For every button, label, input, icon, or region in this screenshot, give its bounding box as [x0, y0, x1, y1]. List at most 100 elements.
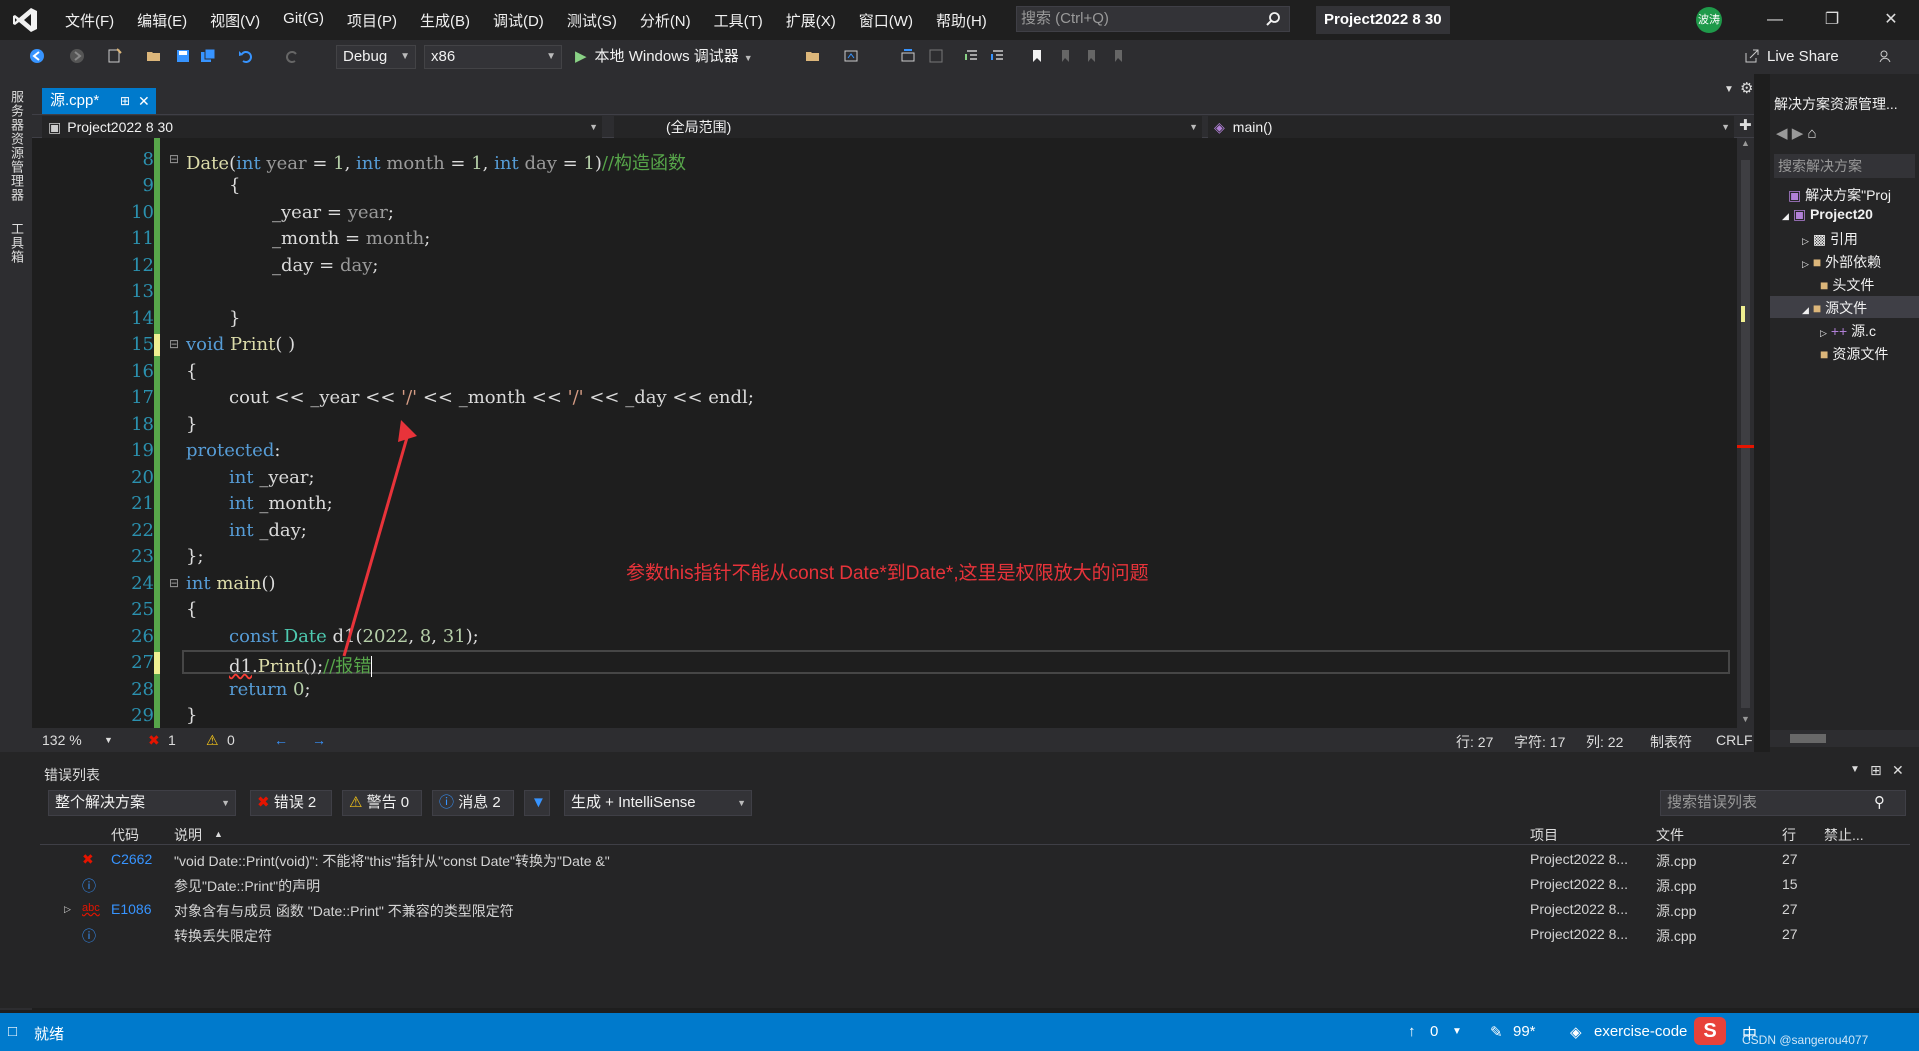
output-icon[interactable]: □: [8, 1023, 17, 1040]
global-scope-select[interactable]: (全局范围) ▼: [614, 116, 1202, 138]
menu-project[interactable]: 项目(P): [336, 10, 409, 31]
configuration-select[interactable]: Debug ▼: [336, 45, 416, 69]
member-select[interactable]: ◈ main() ▼: [1208, 116, 1734, 138]
home-icon[interactable]: ⌂: [1807, 125, 1816, 142]
chevron-down-icon[interactable]: ▼: [1452, 1026, 1462, 1037]
layout-icon[interactable]: [928, 48, 944, 64]
menu-build[interactable]: 生成(B): [409, 10, 482, 31]
menu-test[interactable]: 测试(S): [556, 10, 629, 31]
status-up-count[interactable]: 0: [1430, 1023, 1438, 1040]
tabs-indicator[interactable]: 制表符: [1650, 732, 1692, 752]
messages-filter-button[interactable]: ⓘ 消息 2: [432, 790, 514, 816]
menu-edit[interactable]: 编辑(E): [126, 10, 199, 31]
save-icon[interactable]: [175, 48, 191, 64]
error-row[interactable]: ✖ C2662 "void Date::Print(void)": 不能将"th…: [40, 847, 1910, 872]
collapse-icon[interactable]: ⊟: [169, 576, 179, 590]
tree-external-deps[interactable]: ▷ ■ 外部依赖: [1802, 252, 1881, 272]
collapse-icon[interactable]: ⊟: [169, 152, 179, 166]
uncomment-icon[interactable]: [990, 48, 1006, 64]
server-explorer-tab[interactable]: 服务器资源管理器: [7, 90, 26, 202]
scroll-thumb[interactable]: [1741, 160, 1750, 708]
prev-bookmark-icon[interactable]: [1057, 48, 1073, 64]
scroll-thumb[interactable]: [1790, 734, 1826, 743]
feedback-icon[interactable]: [1878, 48, 1894, 64]
platform-select[interactable]: x86 ▼: [424, 45, 562, 69]
clear-bookmarks-icon[interactable]: [1110, 48, 1126, 64]
live-share-button[interactable]: Live Share: [1767, 46, 1839, 68]
tree-source-cpp[interactable]: ▷ ++ 源.c: [1820, 321, 1876, 341]
open-file-icon[interactable]: [146, 48, 162, 64]
arrow-left-icon[interactable]: ←: [274, 732, 288, 748]
close-icon[interactable]: ✕: [1892, 762, 1904, 779]
browser-icon[interactable]: [843, 48, 859, 64]
visual-studio-logo-icon[interactable]: [10, 5, 40, 35]
build-filter-select[interactable]: 生成 + IntelliSense ▼: [564, 790, 752, 816]
gear-icon[interactable]: ⚙: [1740, 79, 1753, 97]
column-description[interactable]: 说明: [174, 825, 202, 845]
status-branch[interactable]: exercise-code: [1594, 1023, 1687, 1040]
column-line[interactable]: 行: [1782, 825, 1796, 845]
step-icon[interactable]: [900, 48, 916, 64]
minimize-button[interactable]: —: [1760, 8, 1790, 32]
restore-button[interactable]: ❐: [1817, 8, 1847, 32]
scroll-down-icon[interactable]: ▼: [1741, 714, 1750, 724]
back-icon[interactable]: ◀: [1776, 125, 1788, 142]
column-suppression[interactable]: 禁止...: [1824, 825, 1864, 845]
ime-logo-icon[interactable]: S: [1694, 1017, 1726, 1045]
tree-references[interactable]: ▷ ▩ 引用: [1802, 229, 1858, 249]
tree-resource-files[interactable]: ■ 资源文件: [1820, 344, 1888, 364]
eol-indicator[interactable]: CRLF: [1716, 732, 1753, 748]
column-file[interactable]: 文件: [1656, 825, 1684, 845]
split-editor-icon[interactable]: ✚: [1739, 116, 1752, 134]
zoom-level[interactable]: 132 %: [42, 732, 82, 748]
menu-view[interactable]: 视图(V): [199, 10, 272, 31]
close-window-button[interactable]: ✕: [1876, 8, 1906, 32]
error-code[interactable]: C2662: [111, 851, 152, 867]
error-row[interactable]: ▷ abc E1086 对象含有与成员 函数 "Date::Print" 不兼容…: [40, 897, 1910, 922]
arrow-up-icon[interactable]: ↑: [1408, 1023, 1416, 1040]
solution-hscrollbar[interactable]: [1770, 730, 1919, 747]
pin-icon[interactable]: ⊞: [1870, 762, 1882, 779]
redo-icon[interactable]: [284, 48, 300, 64]
comment-out-icon[interactable]: [964, 48, 980, 64]
expand-icon[interactable]: ▷: [64, 904, 71, 915]
editor-vertical-scrollbar[interactable]: ▲ ▼: [1737, 138, 1754, 728]
toolbox-tab[interactable]: 工具箱: [7, 222, 26, 264]
column-code[interactable]: 代码: [111, 825, 139, 845]
menu-extensions[interactable]: 扩展(X): [775, 10, 848, 31]
project-scope-select[interactable]: ▣ Project2022 8 30 ▼: [42, 116, 602, 138]
tree-solution[interactable]: ▣ 解决方案"Proj: [1788, 185, 1891, 205]
forward-nav-icon[interactable]: [69, 48, 85, 64]
save-all-icon[interactable]: [200, 48, 216, 64]
menu-window[interactable]: 窗口(W): [848, 10, 925, 31]
errors-filter-button[interactable]: ✖ 错误 2: [250, 790, 332, 816]
scroll-up-icon[interactable]: ▲: [1741, 138, 1750, 148]
bookmark-icon[interactable]: [1029, 48, 1045, 64]
error-row[interactable]: ⓘ 转换丢失限定符 Project2022 8... 源.cpp 27: [40, 922, 1910, 947]
menu-tools[interactable]: 工具(T): [703, 10, 775, 31]
status-pending-changes[interactable]: 99*: [1513, 1023, 1536, 1040]
error-code[interactable]: E1086: [111, 901, 151, 917]
error-row[interactable]: ⓘ 参见"Date::Print"的声明 Project2022 8... 源.…: [40, 872, 1910, 897]
undo-icon[interactable]: [238, 48, 254, 64]
chevron-down-icon[interactable]: ▼: [104, 735, 113, 745]
close-icon[interactable]: ✕: [138, 88, 150, 114]
search-input[interactable]: 搜索 (Ctrl+Q): [1016, 6, 1290, 32]
warning-count[interactable]: 0: [227, 732, 235, 748]
menu-git[interactable]: Git(G): [272, 10, 336, 31]
filter-toggle-button[interactable]: ▼: [524, 790, 550, 816]
warnings-filter-button[interactable]: ⚠ 警告 0: [342, 790, 422, 816]
user-avatar[interactable]: 波涛: [1696, 7, 1722, 33]
folder-icon[interactable]: [805, 48, 821, 64]
tree-header-files[interactable]: ■ 头文件: [1820, 275, 1874, 295]
menu-help[interactable]: 帮助(H): [925, 10, 999, 31]
tree-source-files[interactable]: ◢ ■ 源文件: [1802, 298, 1867, 318]
collapse-icon[interactable]: ⊟: [169, 337, 179, 351]
panel-menu-icon[interactable]: ▼: [1850, 764, 1860, 775]
start-debugging-button[interactable]: ▶ 本地 Windows 调试器 ▼: [575, 46, 753, 68]
error-search-input[interactable]: 搜索错误列表 ⚲: [1660, 790, 1906, 816]
tree-project[interactable]: ◢ ▣ Project20: [1782, 206, 1873, 223]
solution-search-input[interactable]: 搜索解决方案: [1774, 154, 1915, 178]
next-bookmark-icon[interactable]: [1083, 48, 1099, 64]
back-nav-icon[interactable]: [29, 48, 45, 64]
